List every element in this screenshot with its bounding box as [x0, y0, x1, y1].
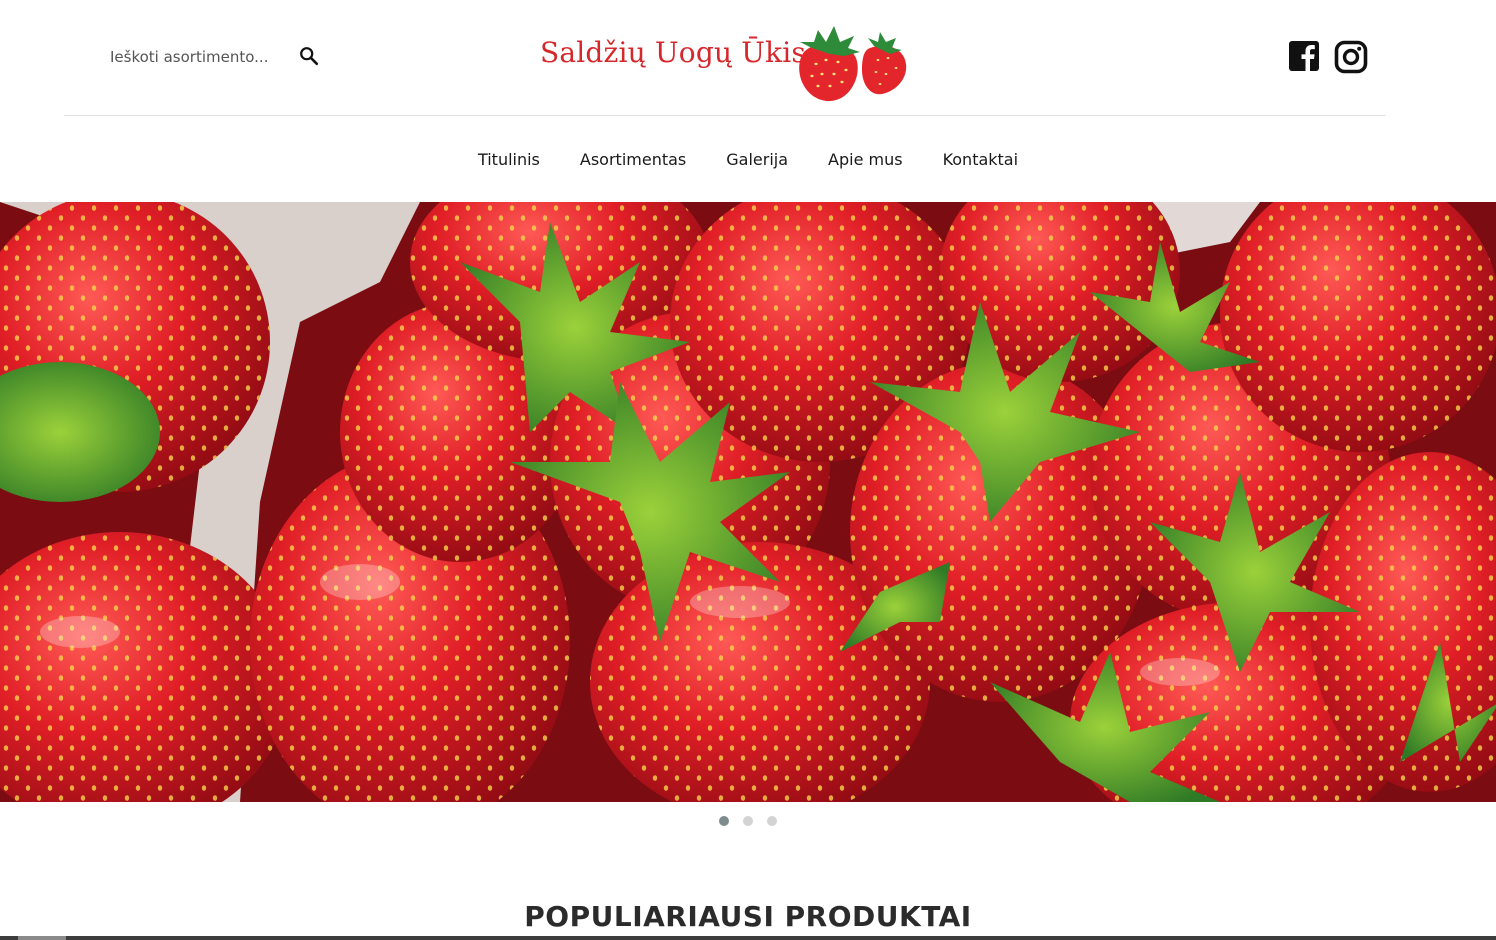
main-nav: Titulinis Asortimentas Galerija Apie mus… [0, 116, 1496, 202]
social-links [1288, 40, 1372, 76]
horizontal-scrollbar[interactable] [0, 936, 1496, 940]
strawberry-logo-icon [799, 26, 907, 102]
nav-item-asortimentas[interactable]: Asortimentas [580, 146, 686, 173]
slider-dots [0, 816, 1496, 828]
search-input[interactable] [110, 46, 285, 68]
facebook-link[interactable] [1288, 40, 1322, 74]
facebook-icon [1289, 41, 1319, 71]
nav-item-kontaktai[interactable]: Kontaktai [943, 146, 1019, 173]
logo-text: Saldžių Uogų Ūkis [540, 36, 806, 69]
nav-item-apie-mus[interactable]: Apie mus [828, 146, 903, 173]
search-button[interactable] [296, 44, 322, 70]
slider-dot-2[interactable] [743, 816, 753, 826]
scrollbar-thumb[interactable] [18, 936, 66, 940]
hero-slider[interactable] [0, 202, 1496, 802]
instagram-icon [1334, 40, 1368, 74]
nav-item-titulinis[interactable]: Titulinis [478, 146, 540, 173]
search-form [110, 40, 330, 74]
site-header: Saldžių Uogų Ūkis [0, 0, 1496, 116]
nav-item-galerija[interactable]: Galerija [726, 146, 788, 173]
search-icon [300, 46, 319, 65]
strawberries-photo [0, 202, 1496, 802]
site-logo[interactable]: Saldžių Uogų Ūkis [540, 12, 920, 104]
slider-dot-3[interactable] [767, 816, 777, 826]
popular-products-title: POPULIARIAUSI PRODUKTAI [524, 900, 972, 933]
instagram-link[interactable] [1334, 40, 1368, 74]
slider-dot-1[interactable] [719, 816, 729, 826]
